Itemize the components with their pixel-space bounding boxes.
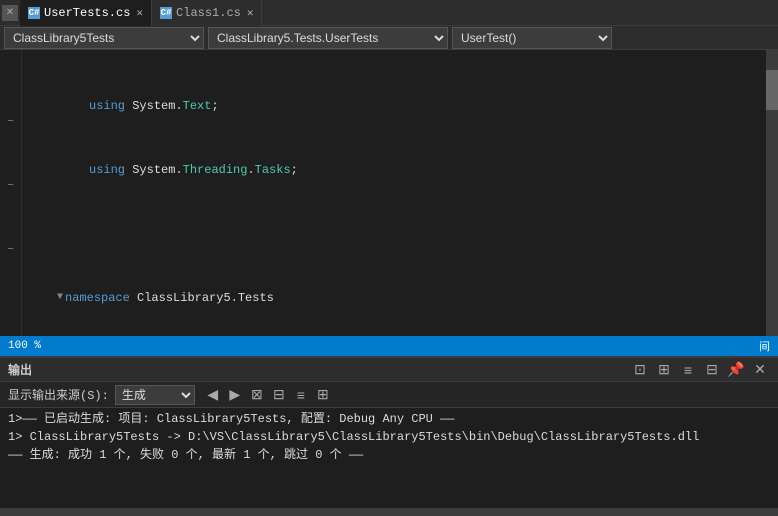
output-content: 1>—— 已启动生成: 项目: ClassLibrary5Tests, 配置: … (0, 408, 778, 508)
tab-icon-class1: C# (160, 7, 172, 19)
collapse-namespace[interactable]: − (2, 114, 20, 130)
editor-container: − − − using System.Text; using System.Th… (0, 50, 778, 336)
output-source-btn3[interactable]: ⊠ (247, 385, 267, 405)
method-dropdown[interactable]: UserTest() (452, 27, 612, 49)
close-all-tabs-button[interactable]: ✕ (2, 5, 18, 21)
output-line-3: —— 生成: 成功 1 个, 失败 0 个, 最新 1 个, 跳过 0 个 —— (8, 446, 770, 464)
output-source-btn1[interactable]: ◀ (203, 385, 223, 405)
vertical-scrollbar[interactable] (766, 50, 778, 336)
editor-main[interactable]: using System.Text; using System.Threadin… (22, 50, 778, 336)
status-bar: 100 % 间 (0, 336, 778, 356)
output-source-label: 显示输出来源(S): (8, 386, 109, 403)
tab-class1[interactable]: C# Class1.cs ✕ (152, 0, 262, 26)
collapse-method[interactable]: − (2, 242, 20, 258)
output-btn-1[interactable]: ⊡ (630, 360, 650, 380)
code-line-1: using System.Text; (57, 98, 778, 114)
output-source-btn2[interactable]: ▶ (225, 385, 245, 405)
tab-bar: ✕ C# UserTests.cs ✕ C# Class1.cs ✕ (0, 0, 778, 26)
tab-close-class1[interactable]: ✕ (247, 6, 254, 20)
output-source-buttons: ◀ ▶ ⊠ ⊟ ≡ ⊞ (203, 385, 333, 405)
output-source-btn4[interactable]: ⊟ (269, 385, 289, 405)
dropdown-bar: ClassLibrary5Tests ClassLibrary5.Tests.U… (0, 26, 778, 50)
output-btn-3[interactable]: ≡ (678, 360, 698, 380)
class-dropdown[interactable]: ClassLibrary5Tests (4, 27, 204, 49)
output-title: 输出 (8, 361, 32, 378)
output-header: 输出 ⊡ ⊞ ≡ ⊟ 📌 ✕ (0, 358, 778, 382)
code-line-3 (57, 226, 778, 242)
code-line-4: ▼ namespace ClassLibrary5.Tests (57, 290, 778, 306)
output-source-select[interactable]: 生成 (115, 385, 195, 405)
tab-usertests[interactable]: C# UserTests.cs ✕ (20, 0, 152, 26)
collapse-namespace-btn[interactable]: ▼ (57, 290, 63, 306)
tab-label-class1: Class1.cs (176, 6, 241, 20)
close-output-button[interactable]: ✕ (750, 360, 770, 380)
tab-close-usertests[interactable]: ✕ (136, 6, 143, 20)
bottom-left-label: 间 (759, 338, 770, 354)
left-gutter: − − − (0, 50, 22, 336)
output-btn-4[interactable]: ⊟ (702, 360, 722, 380)
output-line-2: 1> ClassLibrary5Tests -> D:\VS\ClassLibr… (8, 428, 770, 446)
tab-label-usertests: UserTests.cs (44, 6, 130, 20)
output-horizontal-scrollbar[interactable] (0, 508, 778, 516)
code-content: using System.Text; using System.Threadin… (57, 50, 778, 336)
output-source-btn6[interactable]: ⊞ (313, 385, 333, 405)
output-toolbar: ⊡ ⊞ ≡ ⊟ 📌 ✕ (630, 360, 770, 380)
output-btn-2[interactable]: ⊞ (654, 360, 674, 380)
output-line-1: 1>—— 已启动生成: 项目: ClassLibrary5Tests, 配置: … (8, 410, 770, 428)
bottom-panel: 输出 ⊡ ⊞ ≡ ⊟ 📌 ✕ 显示输出来源(S): 生成 ◀ ▶ ⊠ ⊟ ≡ ⊞… (0, 356, 778, 516)
collapse-class[interactable]: − (2, 178, 20, 194)
code-line-2: using System.Threading.Tasks; (57, 162, 778, 178)
output-source-row: 显示输出来源(S): 生成 ◀ ▶ ⊠ ⊟ ≡ ⊞ (0, 382, 778, 408)
pin-button[interactable]: 📌 (726, 360, 746, 380)
output-source-btn5[interactable]: ≡ (291, 385, 311, 405)
tab-icon-usertests: C# (28, 7, 40, 19)
zoom-level: 100 % (8, 340, 41, 352)
namespace-dropdown[interactable]: ClassLibrary5.Tests.UserTests (208, 27, 448, 49)
scrollbar-thumb[interactable] (766, 70, 778, 110)
